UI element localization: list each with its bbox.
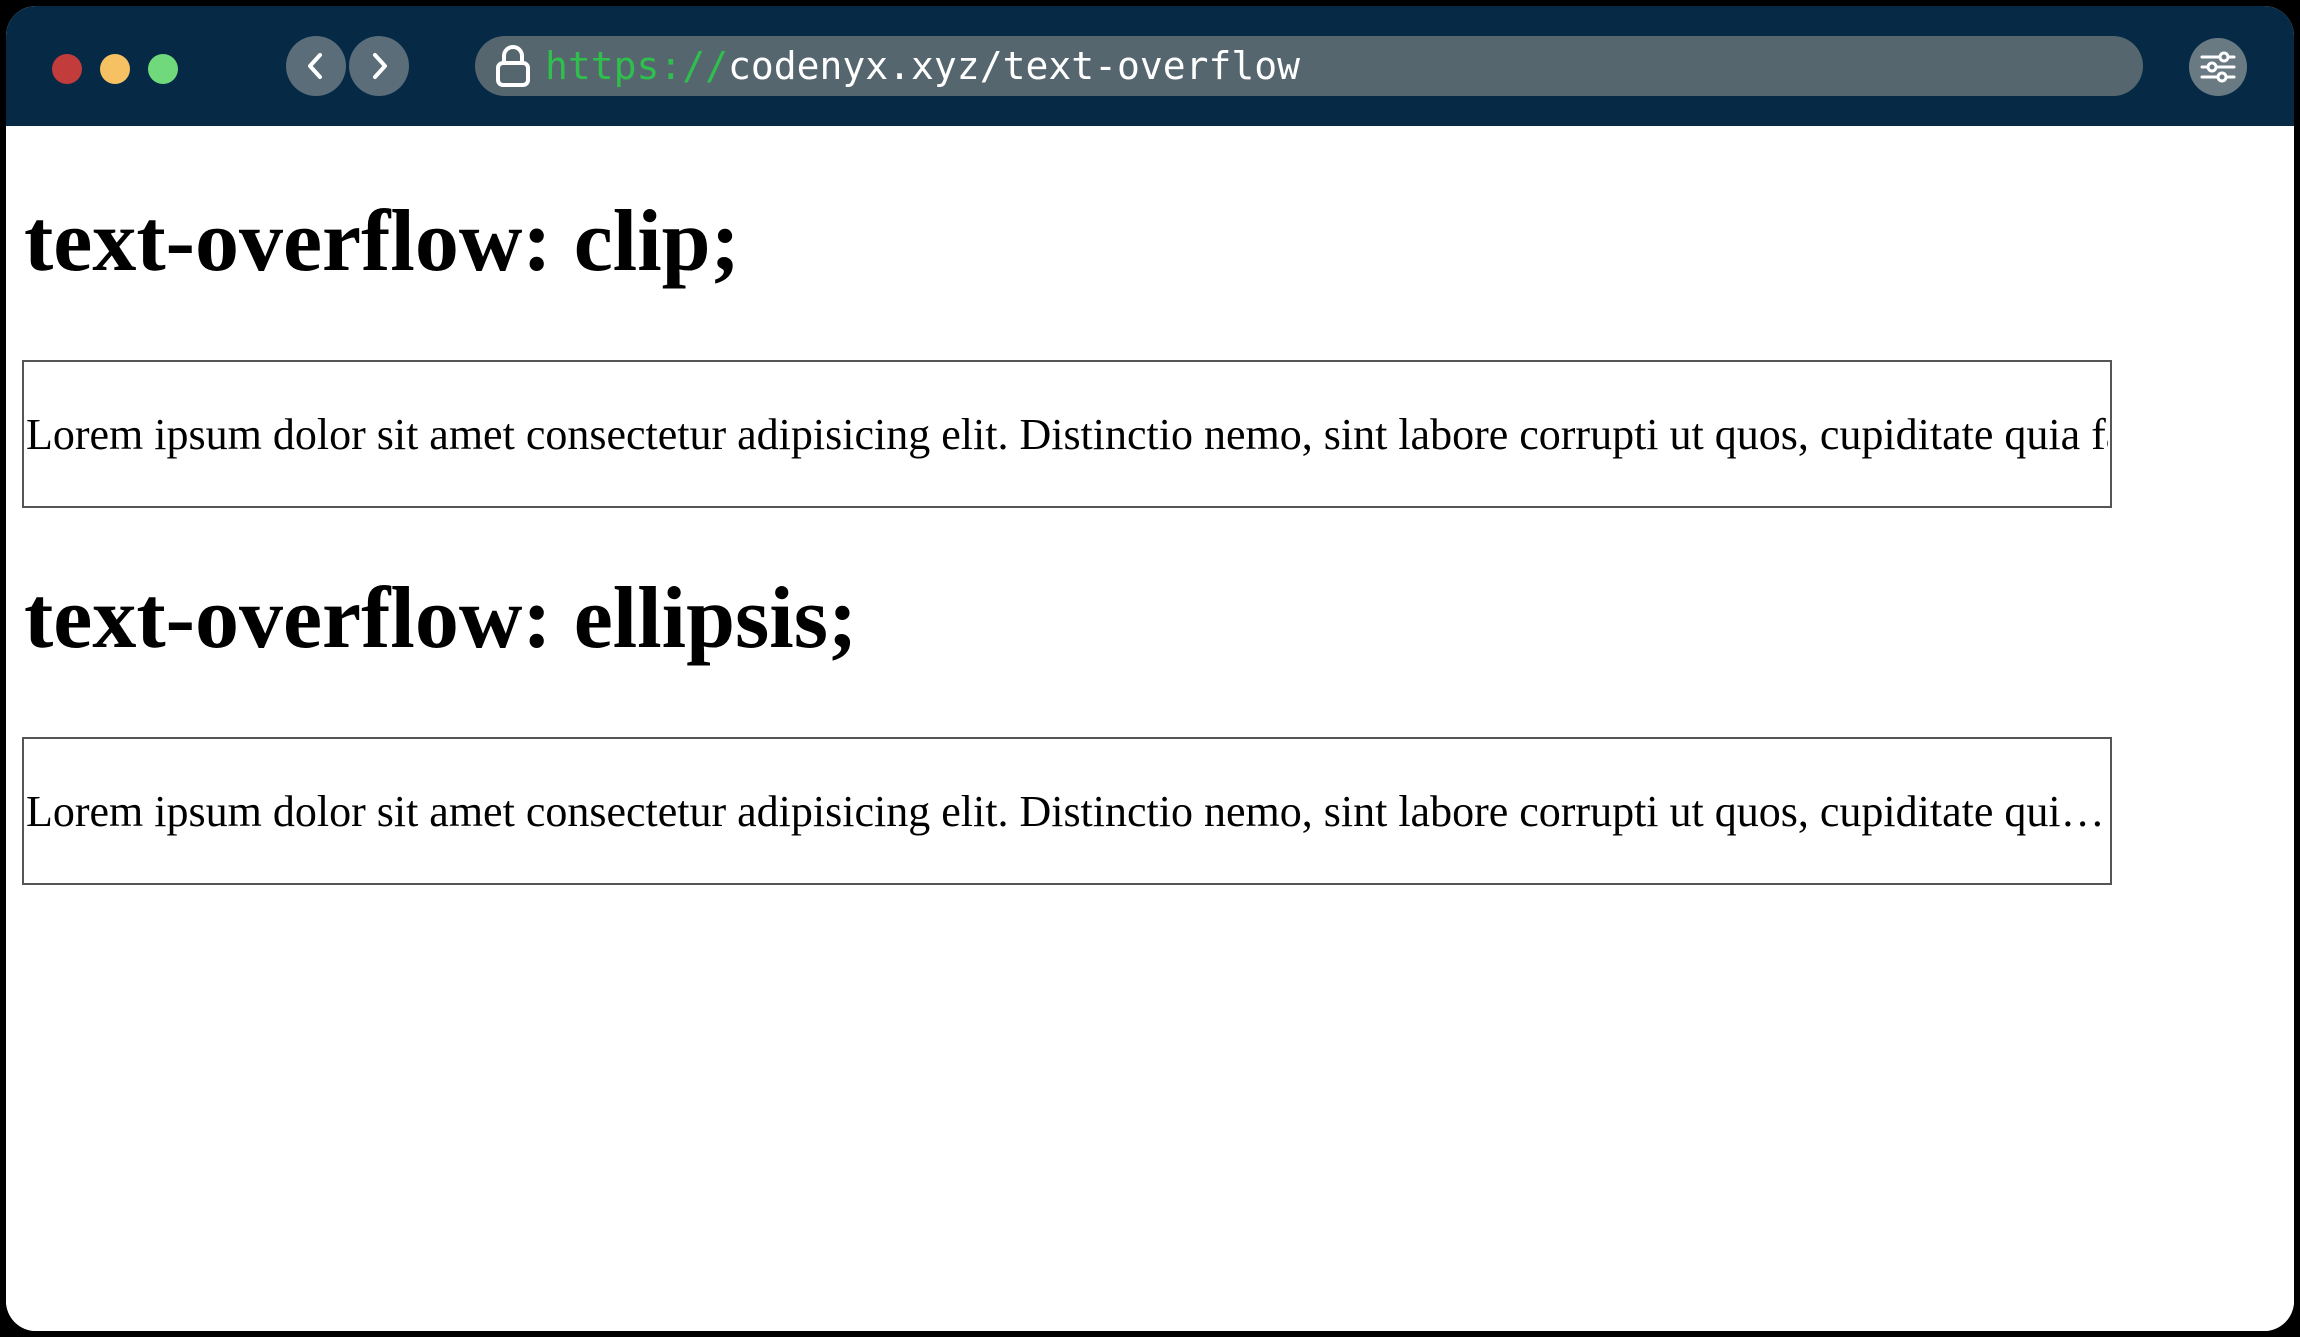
chevron-right-icon [373, 53, 387, 79]
minimize-window-button[interactable] [100, 54, 130, 84]
clip-demo-text: Lorem ipsum dolor sit amet consectetur a… [26, 409, 2108, 459]
clip-demo-box: Lorem ipsum dolor sit amet consectetur a… [22, 360, 2112, 508]
browser-window: https://codenyx.xyz/text-overflow text-o… [6, 6, 2294, 1331]
back-button[interactable] [286, 36, 346, 96]
address-bar[interactable]: https://codenyx.xyz/text-overflow [475, 36, 2143, 96]
menu-button[interactable] [2189, 38, 2247, 96]
url-scheme: https:// [545, 44, 729, 88]
sliders-icon [2200, 51, 2236, 83]
ellipsis-demo-box: Lorem ipsum dolor sit amet consectetur a… [22, 737, 2112, 885]
ellipsis-demo-text: Lorem ipsum dolor sit amet consectetur a… [26, 786, 2108, 836]
page-content: text-overflow: clip; Lorem ipsum dolor s… [6, 126, 2294, 1331]
url-host-path: codenyx.xyz/text-overflow [728, 44, 1300, 88]
chevron-left-icon [308, 53, 322, 79]
ellipsis-heading: text-overflow: ellipsis; [24, 570, 858, 667]
close-window-button[interactable] [52, 54, 82, 84]
browser-titlebar: https://codenyx.xyz/text-overflow [6, 6, 2294, 126]
lock-icon [493, 43, 533, 89]
zoom-window-button[interactable] [148, 54, 178, 84]
url-text[interactable]: https://codenyx.xyz/text-overflow [545, 36, 1300, 96]
clip-heading: text-overflow: clip; [24, 193, 740, 290]
forward-button[interactable] [349, 36, 409, 96]
